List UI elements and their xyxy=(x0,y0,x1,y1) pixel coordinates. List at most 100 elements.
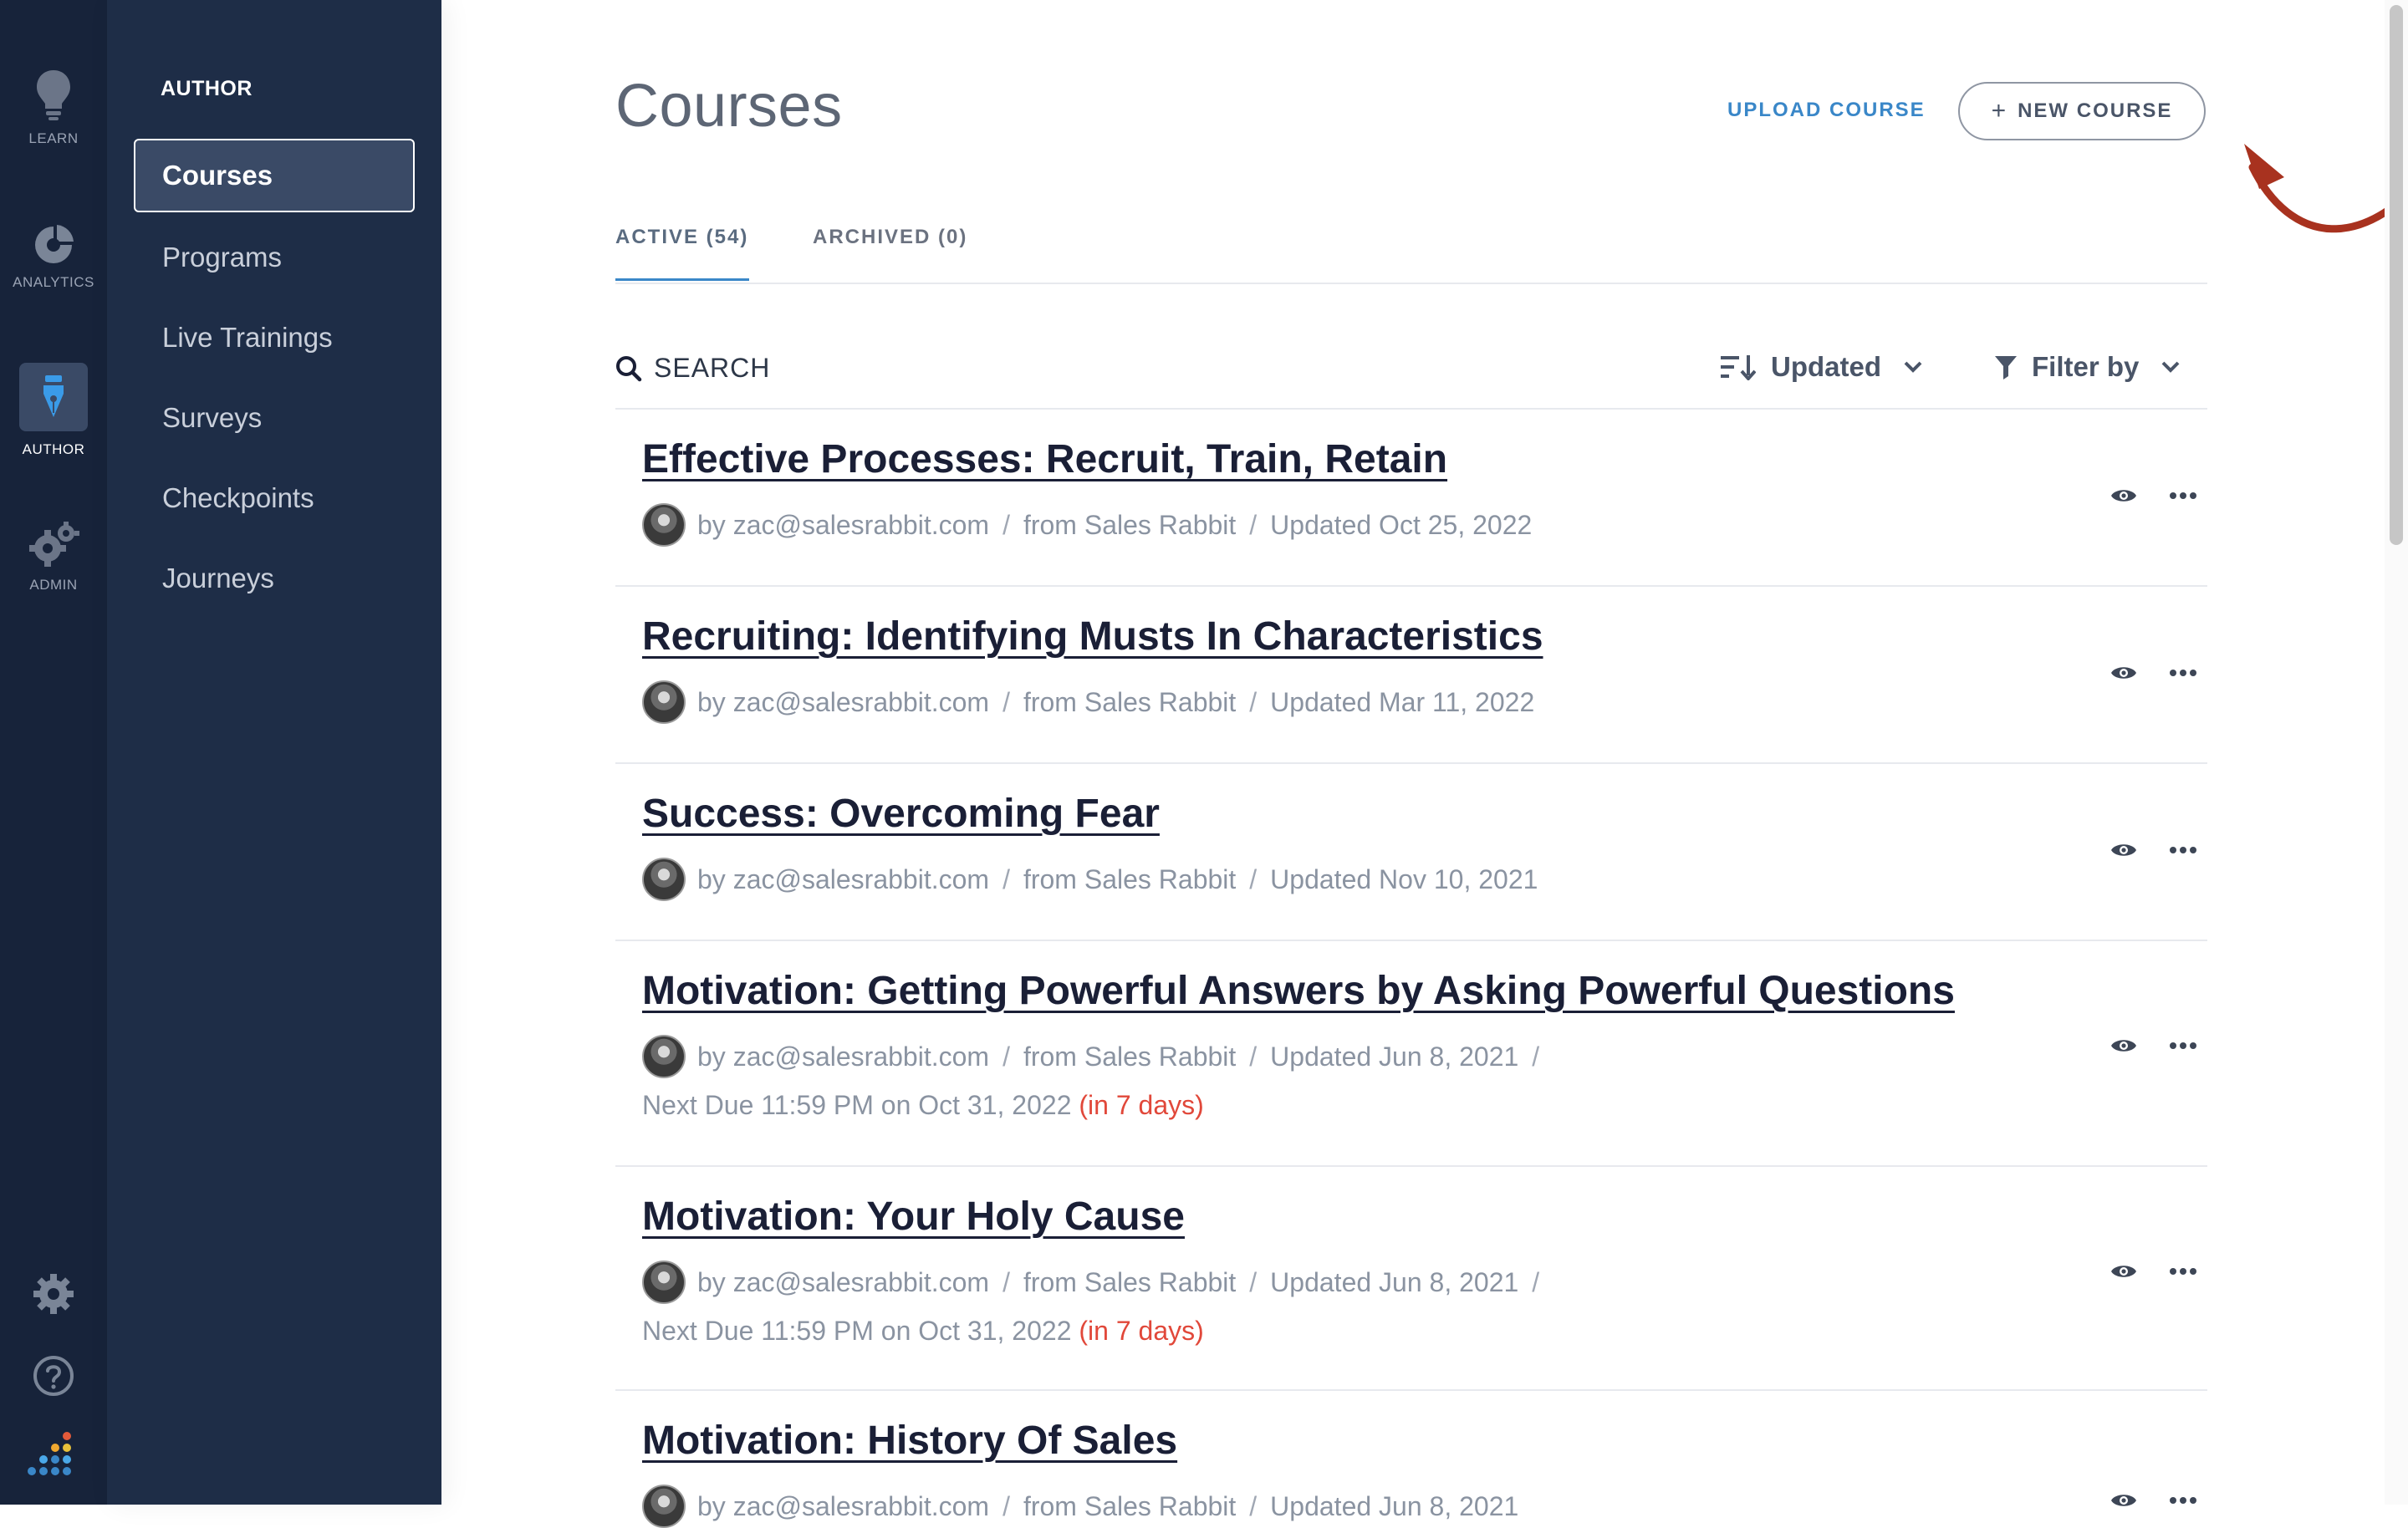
avatar xyxy=(642,1261,686,1304)
eye-icon[interactable] xyxy=(2110,1491,2137,1510)
course-org: from Sales Rabbit xyxy=(1023,1041,1237,1072)
course-meta: by zac@salesrabbit.com / from Sales Rabb… xyxy=(642,1261,1553,1304)
pen-nib-icon xyxy=(43,375,64,417)
course-title-link[interactable]: Success: Overcoming Fear xyxy=(642,791,1160,837)
meta-separator: / xyxy=(1249,1490,1258,1521)
nav-item-checkpoints[interactable]: Checkpoints xyxy=(134,461,415,535)
plus-icon: + xyxy=(1991,97,2008,125)
nav-item-live-trainings[interactable]: Live Trainings xyxy=(134,301,415,374)
settings-button[interactable] xyxy=(0,1272,107,1316)
search-input[interactable]: SEARCH xyxy=(615,353,770,384)
sort-dropdown[interactable]: Updated xyxy=(1721,351,1938,383)
meta-separator: / xyxy=(1002,863,1010,894)
meta-separator: / xyxy=(1249,1266,1258,1297)
filter-dropdown[interactable]: Filter by xyxy=(1995,351,2196,383)
upload-course-button[interactable]: UPLOAD COURSE xyxy=(1727,99,1926,122)
nav-item-courses[interactable]: Courses xyxy=(134,139,415,212)
course-row: Motivation: History Of Sales by zac@sale… xyxy=(615,1391,2207,1528)
icon-rail: LEARN ANALYTICS AUTHOR ADMIN xyxy=(0,0,107,1505)
course-author: by zac@salesrabbit.com xyxy=(697,1266,990,1297)
eye-icon[interactable] xyxy=(2110,1262,2137,1281)
rail-item-analytics[interactable]: ANALYTICS xyxy=(0,224,107,291)
more-options-icon[interactable] xyxy=(2169,492,2197,500)
scrollbar-thumb[interactable] xyxy=(2390,5,2403,545)
course-author: by zac@salesrabbit.com xyxy=(697,1490,990,1521)
course-meta: by zac@salesrabbit.com / from Sales Rabb… xyxy=(642,503,1532,547)
more-options-icon[interactable] xyxy=(2169,1042,2197,1050)
course-row: Motivation: Your Holy Cause by zac@sales… xyxy=(615,1167,2207,1391)
course-updated: Updated Jun 8, 2021 xyxy=(1270,1266,1519,1297)
sort-label: Updated xyxy=(1771,351,1881,382)
meta-separator: / xyxy=(1249,863,1258,894)
meta-separator: / xyxy=(1002,686,1010,717)
course-meta: by zac@salesrabbit.com / from Sales Rabb… xyxy=(642,1035,1553,1078)
eye-icon[interactable] xyxy=(2110,486,2137,505)
eye-icon[interactable] xyxy=(2110,664,2137,682)
tab-archived[interactable]: ARCHIVED (0) xyxy=(813,226,967,281)
course-org: from Sales Rabbit xyxy=(1023,1266,1237,1297)
section-title: AUTHOR xyxy=(161,77,253,100)
meta-separator: / xyxy=(1002,1266,1010,1297)
avatar xyxy=(642,1035,686,1078)
course-author: by zac@salesrabbit.com xyxy=(697,509,990,540)
eye-icon[interactable] xyxy=(2110,1036,2137,1055)
nav-item-programs[interactable]: Programs xyxy=(134,221,415,294)
course-title-link[interactable]: Recruiting: Identifying Musts In Charact… xyxy=(642,614,1543,660)
rail-item-admin[interactable]: ADMIN xyxy=(0,522,107,593)
course-org: from Sales Rabbit xyxy=(1023,686,1237,717)
course-row: Motivation: Getting Powerful Answers by … xyxy=(615,941,2207,1167)
due-relative: (in 7 days) xyxy=(1079,1090,1204,1120)
due-relative: (in 7 days) xyxy=(1079,1316,1204,1346)
due-date: Next Due 11:59 PM on Oct 31, 2022 xyxy=(642,1090,1072,1120)
chevron-down-icon xyxy=(1904,361,1922,373)
meta-separator: / xyxy=(1532,1266,1540,1297)
avatar xyxy=(642,680,686,724)
nav-item-journeys[interactable]: Journeys xyxy=(134,542,415,615)
course-author: by zac@salesrabbit.com xyxy=(697,863,990,894)
course-updated: Updated Oct 25, 2022 xyxy=(1270,509,1533,540)
course-author: by zac@salesrabbit.com xyxy=(697,1041,990,1072)
search-label: SEARCH xyxy=(654,353,771,383)
row-actions xyxy=(2110,1036,2197,1055)
more-options-icon[interactable] xyxy=(2169,846,2197,854)
help-button[interactable] xyxy=(0,1354,107,1398)
course-due: Next Due 11:59 PM on Oct 31, 2022 (in 7 … xyxy=(642,1316,1204,1347)
app-logo-icon xyxy=(28,1432,71,1475)
pie-chart-icon xyxy=(35,225,74,263)
more-options-icon[interactable] xyxy=(2169,1496,2197,1505)
course-row: Success: Overcoming Fear by zac@salesrab… xyxy=(615,764,2207,941)
rail-item-author[interactable]: AUTHOR xyxy=(0,363,107,458)
meta-separator: / xyxy=(1249,509,1258,540)
course-title-link[interactable]: Motivation: History Of Sales xyxy=(642,1418,1177,1464)
course-updated: Updated Jun 8, 2021 xyxy=(1270,1041,1519,1072)
filter-label: Filter by xyxy=(2032,351,2140,382)
tab-active[interactable]: ACTIVE (54) xyxy=(615,226,749,281)
gears-icon xyxy=(29,522,79,567)
course-title-link[interactable]: Effective Processes: Recruit, Train, Ret… xyxy=(642,436,1447,482)
avatar xyxy=(642,1485,686,1528)
more-options-icon[interactable] xyxy=(2169,1267,2197,1276)
app-logo xyxy=(0,1431,107,1483)
lightbulb-icon xyxy=(37,70,70,120)
course-updated: Updated Mar 11, 2022 xyxy=(1270,686,1535,717)
meta-separator: / xyxy=(1002,509,1010,540)
author-tile xyxy=(19,363,88,431)
meta-separator: / xyxy=(1532,1041,1540,1072)
course-row: Effective Processes: Recruit, Train, Ret… xyxy=(615,410,2207,587)
course-title-link[interactable]: Motivation: Your Holy Cause xyxy=(642,1194,1185,1240)
course-title-link[interactable]: Motivation: Getting Powerful Answers by … xyxy=(642,968,1955,1014)
row-actions xyxy=(2110,664,2197,682)
rail-item-learn[interactable]: LEARN xyxy=(0,69,107,147)
new-course-button[interactable]: + NEW COURSE xyxy=(1958,82,2206,140)
nav-item-surveys[interactable]: Surveys xyxy=(134,381,415,455)
page-title: Courses xyxy=(615,73,843,140)
eye-icon[interactable] xyxy=(2110,841,2137,859)
course-author: by zac@salesrabbit.com xyxy=(697,686,990,717)
course-due: Next Due 11:59 PM on Oct 31, 2022 (in 7 … xyxy=(642,1090,1204,1121)
rail-label-analytics: ANALYTICS xyxy=(13,274,94,290)
meta-separator: / xyxy=(1249,686,1258,717)
due-date: Next Due 11:59 PM on Oct 31, 2022 xyxy=(642,1316,1072,1346)
more-options-icon[interactable] xyxy=(2169,669,2197,677)
row-actions xyxy=(2110,1262,2197,1281)
rail-label-author: AUTHOR xyxy=(22,441,85,457)
